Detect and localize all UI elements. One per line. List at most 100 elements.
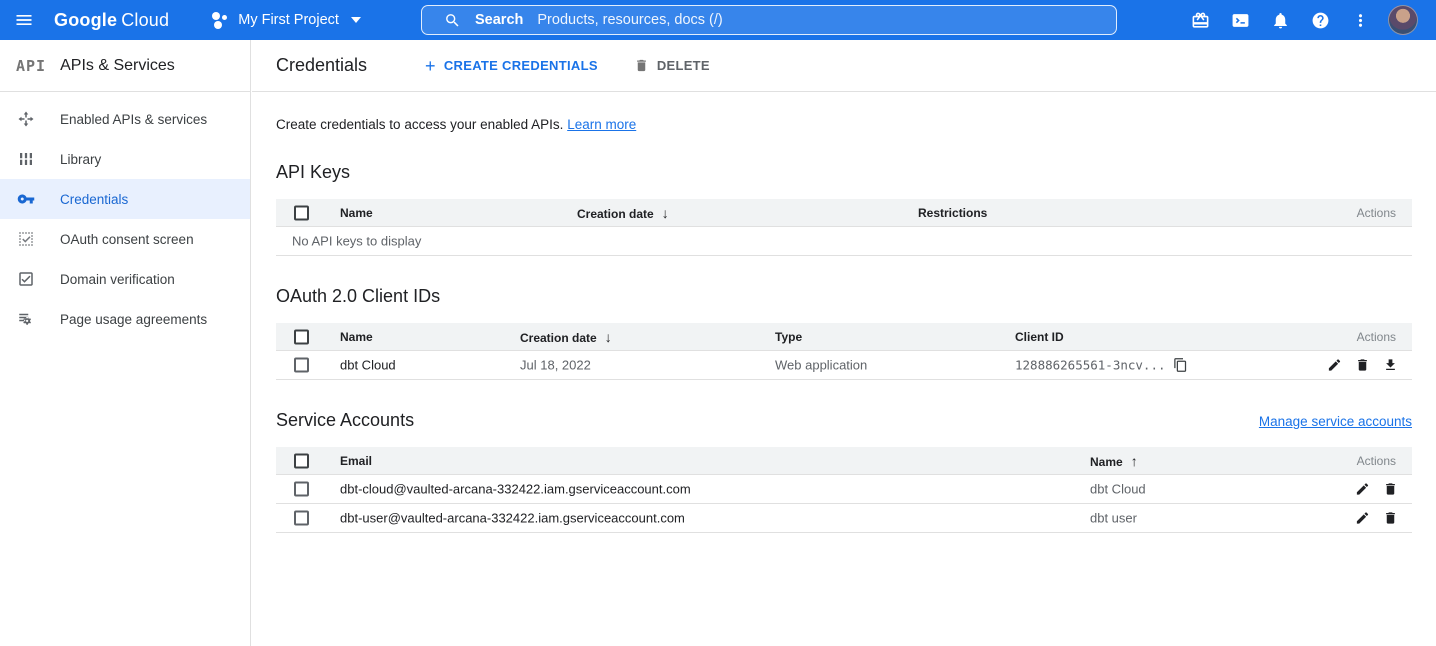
copy-icon[interactable] [1173, 358, 1188, 373]
api-product-icon: API [16, 57, 46, 75]
search-input[interactable]: Search Products, resources, docs (/) [421, 5, 1117, 35]
row-checkbox[interactable] [294, 511, 309, 526]
sidebar-item-label: Page usage agreements [60, 312, 207, 327]
column-header-client-id[interactable]: Client ID [1015, 330, 1064, 344]
plus-icon: + [425, 57, 436, 75]
empty-message: No API keys to display [292, 234, 421, 249]
api-keys-empty-row: No API keys to display [276, 227, 1412, 256]
column-header-restrictions[interactable]: Restrictions [918, 206, 987, 220]
notifications-bell-icon[interactable] [1260, 0, 1300, 40]
sidebar-item-label: Enabled APIs & services [60, 112, 207, 127]
project-name: My First Project [238, 12, 339, 28]
search-placeholder: Products, resources, docs (/) [537, 12, 722, 28]
edit-pencil-icon[interactable] [1355, 482, 1370, 497]
service-accounts-header-row: Email Name↑ Actions [276, 447, 1412, 475]
cloud-shell-icon[interactable] [1220, 0, 1260, 40]
service-account-email: dbt-cloud@vaulted-arcana-332422.iam.gser… [340, 482, 691, 497]
sidebar-item-page-usage-agreements[interactable]: Page usage agreements [0, 299, 250, 339]
intro-sentence: Create credentials to access your enable… [276, 117, 563, 132]
service-accounts-heading: Service Accounts [276, 410, 414, 431]
column-header-creation-date[interactable]: Creation date↓ [577, 205, 669, 221]
column-header-creation-date[interactable]: Creation date↓ [520, 329, 612, 345]
column-header-name[interactable]: Name [340, 206, 373, 220]
sidebar-item-label: Credentials [60, 192, 128, 207]
sidebar-item-label: OAuth consent screen [60, 232, 194, 247]
sidebar: API APIs & Services Enabled APIs & servi… [0, 40, 251, 646]
hamburger-menu-icon[interactable] [0, 0, 48, 40]
row-checkbox[interactable] [294, 482, 309, 497]
sort-asc-icon: ↑ [1131, 453, 1138, 469]
logo-cloud-text: Cloud [121, 10, 169, 30]
page-title: Credentials [276, 55, 367, 76]
client-id-text: 128886265561-3ncv... [1015, 358, 1166, 373]
consent-screen-icon [16, 229, 36, 249]
sidebar-title: APIs & Services [60, 57, 175, 75]
client-id-value: 128886265561-3ncv... [1015, 358, 1188, 373]
trash-icon[interactable] [1383, 482, 1398, 497]
sidebar-nav: Enabled APIs & services Library Credenti… [0, 92, 250, 339]
topbar: GoogleCloud My First Project Search Prod… [0, 0, 1436, 40]
manage-service-accounts-link[interactable]: Manage service accounts [1259, 414, 1412, 429]
avatar[interactable] [1388, 5, 1418, 35]
create-credentials-label: CREATE CREDENTIALS [444, 58, 598, 73]
page-header: Credentials + CREATE CREDENTIALS DELETE [252, 40, 1436, 92]
download-icon[interactable] [1383, 358, 1398, 373]
service-account-name: dbt user [1090, 511, 1137, 526]
oauth-clients-heading: OAuth 2.0 Client IDs [276, 286, 1412, 307]
learn-more-link[interactable]: Learn more [567, 117, 636, 132]
sort-desc-icon: ↓ [605, 329, 612, 345]
sidebar-item-library[interactable]: Library [0, 139, 250, 179]
enabled-apis-icon [16, 109, 36, 129]
api-keys-heading: API Keys [276, 162, 1412, 183]
edit-pencil-icon[interactable] [1355, 511, 1370, 526]
usage-agreements-icon [16, 309, 36, 329]
client-type: Web application [775, 358, 867, 373]
api-keys-header-row: Name Creation date↓ Restrictions Actions [276, 199, 1412, 227]
column-header-actions: Actions [1357, 206, 1396, 220]
service-account-name: dbt Cloud [1090, 482, 1146, 497]
google-cloud-logo[interactable]: GoogleCloud [54, 10, 169, 31]
service-accounts-table: Email Name↑ Actions dbt-cloud@vaulted-ar… [276, 447, 1412, 533]
sidebar-item-enabled-apis[interactable]: Enabled APIs & services [0, 99, 250, 139]
create-credentials-button[interactable]: + CREATE CREDENTIALS [425, 57, 598, 75]
trash-icon[interactable] [1383, 511, 1398, 526]
library-icon [16, 149, 36, 169]
sidebar-header: API APIs & Services [0, 40, 250, 92]
sidebar-item-label: Library [60, 152, 101, 167]
select-all-checkbox[interactable] [294, 205, 309, 220]
sidebar-item-label: Domain verification [60, 272, 175, 287]
client-name: dbt Cloud [340, 358, 396, 373]
help-icon[interactable] [1300, 0, 1340, 40]
row-checkbox[interactable] [294, 358, 309, 373]
column-header-name[interactable]: Name↑ [1090, 453, 1138, 469]
trash-icon[interactable] [1355, 358, 1370, 373]
column-header-email[interactable]: Email [340, 454, 372, 468]
client-creation-date: Jul 18, 2022 [520, 358, 591, 373]
edit-pencil-icon[interactable] [1327, 358, 1342, 373]
key-icon [16, 189, 36, 209]
sidebar-item-domain-verification[interactable]: Domain verification [0, 259, 250, 299]
gift-icon[interactable] [1180, 0, 1220, 40]
delete-label: DELETE [657, 58, 710, 73]
search-label: Search [475, 12, 523, 28]
sidebar-item-credentials[interactable]: Credentials [0, 179, 250, 219]
service-account-email: dbt-user@vaulted-arcana-332422.iam.gserv… [340, 511, 685, 526]
oauth-clients-table: Name Creation date↓ Type Client ID Actio… [276, 323, 1412, 380]
column-header-type[interactable]: Type [775, 330, 802, 344]
column-header-actions: Actions [1357, 330, 1396, 344]
select-all-checkbox[interactable] [294, 329, 309, 344]
search-icon [444, 12, 461, 29]
project-selector[interactable]: My First Project [211, 11, 361, 29]
more-vertical-icon[interactable] [1340, 0, 1380, 40]
sidebar-item-oauth-consent[interactable]: OAuth consent screen [0, 219, 250, 259]
delete-button[interactable]: DELETE [634, 58, 710, 73]
main-content: Create credentials to access your enable… [252, 92, 1436, 646]
column-header-name[interactable]: Name [340, 330, 373, 344]
select-all-checkbox[interactable] [294, 453, 309, 468]
topbar-actions [1180, 0, 1436, 40]
project-dots-icon [211, 11, 229, 29]
table-row: dbt-cloud@vaulted-arcana-332422.iam.gser… [276, 475, 1412, 504]
trash-icon [634, 58, 649, 73]
intro-text: Create credentials to access your enable… [276, 117, 1412, 132]
table-row: dbt-user@vaulted-arcana-332422.iam.gserv… [276, 504, 1412, 533]
